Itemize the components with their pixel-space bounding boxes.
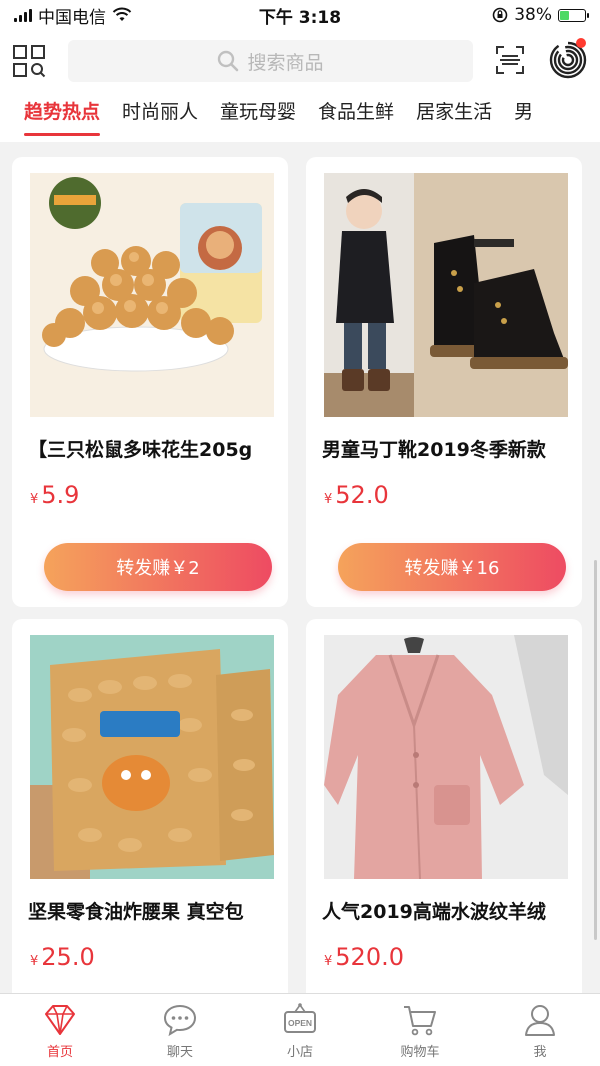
shopping-cart-icon bbox=[404, 1006, 436, 1036]
wifi-icon bbox=[112, 7, 132, 21]
share-earn-button[interactable]: 转发赚￥2 bbox=[44, 543, 272, 591]
open-sign-text: OPEN bbox=[288, 1018, 312, 1028]
clock: 下午 3:18 bbox=[258, 7, 342, 28]
tabbar-label: 购物车 bbox=[400, 1045, 440, 1060]
tab-kids-baby[interactable]: 童玩母婴 bbox=[209, 92, 307, 142]
tabbar-shop[interactable]: OPEN 小店 bbox=[240, 994, 360, 1066]
product-card[interactable]: 坚果零食油炸腰果 真空包 ¥25.0 bbox=[12, 619, 288, 993]
search-placeholder: 搜索商品 bbox=[247, 51, 324, 74]
product-card[interactable]: 人气2019高端水波纹羊绒 ¥520.0 bbox=[306, 619, 582, 993]
tab-trending[interactable]: 趋势热点 bbox=[0, 92, 111, 142]
tabbar-label: 聊天 bbox=[166, 1045, 193, 1060]
chat-bubble-icon bbox=[163, 1004, 197, 1037]
tabbar-cart[interactable]: 购物车 bbox=[360, 994, 480, 1066]
cellular-signal-icon bbox=[14, 8, 32, 22]
carrier-label: 中国电信 bbox=[38, 7, 106, 28]
product-title: 【三只松鼠多味花生205g bbox=[28, 439, 253, 461]
product-image bbox=[324, 635, 568, 879]
user-profile-icon bbox=[525, 1005, 555, 1036]
tabbar-chat[interactable]: 聊天 bbox=[120, 994, 240, 1066]
tabbar-home[interactable]: 首页 bbox=[0, 994, 120, 1066]
scan-icon[interactable] bbox=[494, 44, 526, 76]
scrollbar[interactable] bbox=[594, 560, 597, 940]
diamond-icon bbox=[45, 1005, 75, 1035]
product-image bbox=[30, 173, 274, 417]
product-price: ¥25.0 bbox=[30, 943, 95, 971]
search-icon bbox=[218, 50, 239, 72]
product-title: 人气2019高端水波纹羊绒 bbox=[322, 901, 546, 923]
battery-percent: 38% bbox=[514, 5, 552, 25]
product-price: ¥52.0 bbox=[324, 481, 389, 509]
search-bar[interactable]: 搜索商品 bbox=[68, 40, 473, 82]
tab-home[interactable]: 居家生活 bbox=[405, 92, 503, 142]
product-card[interactable]: 男童马丁靴2019冬季新款 ¥52.0 转发赚￥16 bbox=[306, 157, 582, 607]
tabbar-me[interactable]: 我 bbox=[480, 994, 600, 1066]
status-bar: 中国电信 下午 3:18 38% bbox=[0, 0, 600, 30]
battery-icon bbox=[558, 8, 589, 22]
category-menu-icon[interactable] bbox=[12, 44, 46, 78]
tab-fashion[interactable]: 时尚丽人 bbox=[111, 92, 209, 142]
category-tabs: 趋势热点 时尚丽人 童玩母婴 食品生鲜 居家生活 男 bbox=[0, 92, 600, 142]
tabbar-label: 小店 bbox=[286, 1045, 313, 1060]
tab-food[interactable]: 食品生鲜 bbox=[307, 92, 405, 142]
product-price: ¥5.9 bbox=[30, 481, 80, 509]
tabbar-label: 我 bbox=[533, 1045, 547, 1060]
tabbar-label: 首页 bbox=[46, 1045, 73, 1060]
product-image bbox=[324, 173, 568, 417]
product-price: ¥520.0 bbox=[324, 943, 404, 971]
top-header: 搜索商品 bbox=[0, 30, 600, 92]
tab-men[interactable]: 男 bbox=[503, 92, 544, 142]
product-grid: 【三只松鼠多味花生205g ¥5.9 转发赚￥2 男童马丁靴2019冬季新款 ¥… bbox=[12, 157, 588, 993]
bottom-tab-bar: 首页 聊天 OPEN 小店 购物车 我 bbox=[0, 993, 600, 1066]
product-image bbox=[30, 635, 274, 879]
product-card[interactable]: 【三只松鼠多味花生205g ¥5.9 转发赚￥2 bbox=[12, 157, 288, 607]
rotation-lock-icon bbox=[492, 7, 508, 23]
product-title: 男童马丁靴2019冬季新款 bbox=[322, 439, 546, 461]
notification-dot bbox=[576, 38, 586, 48]
product-title: 坚果零食油炸腰果 真空包 bbox=[28, 901, 244, 923]
open-sign-icon: OPEN bbox=[284, 1003, 316, 1033]
share-earn-button[interactable]: 转发赚￥16 bbox=[338, 543, 566, 591]
